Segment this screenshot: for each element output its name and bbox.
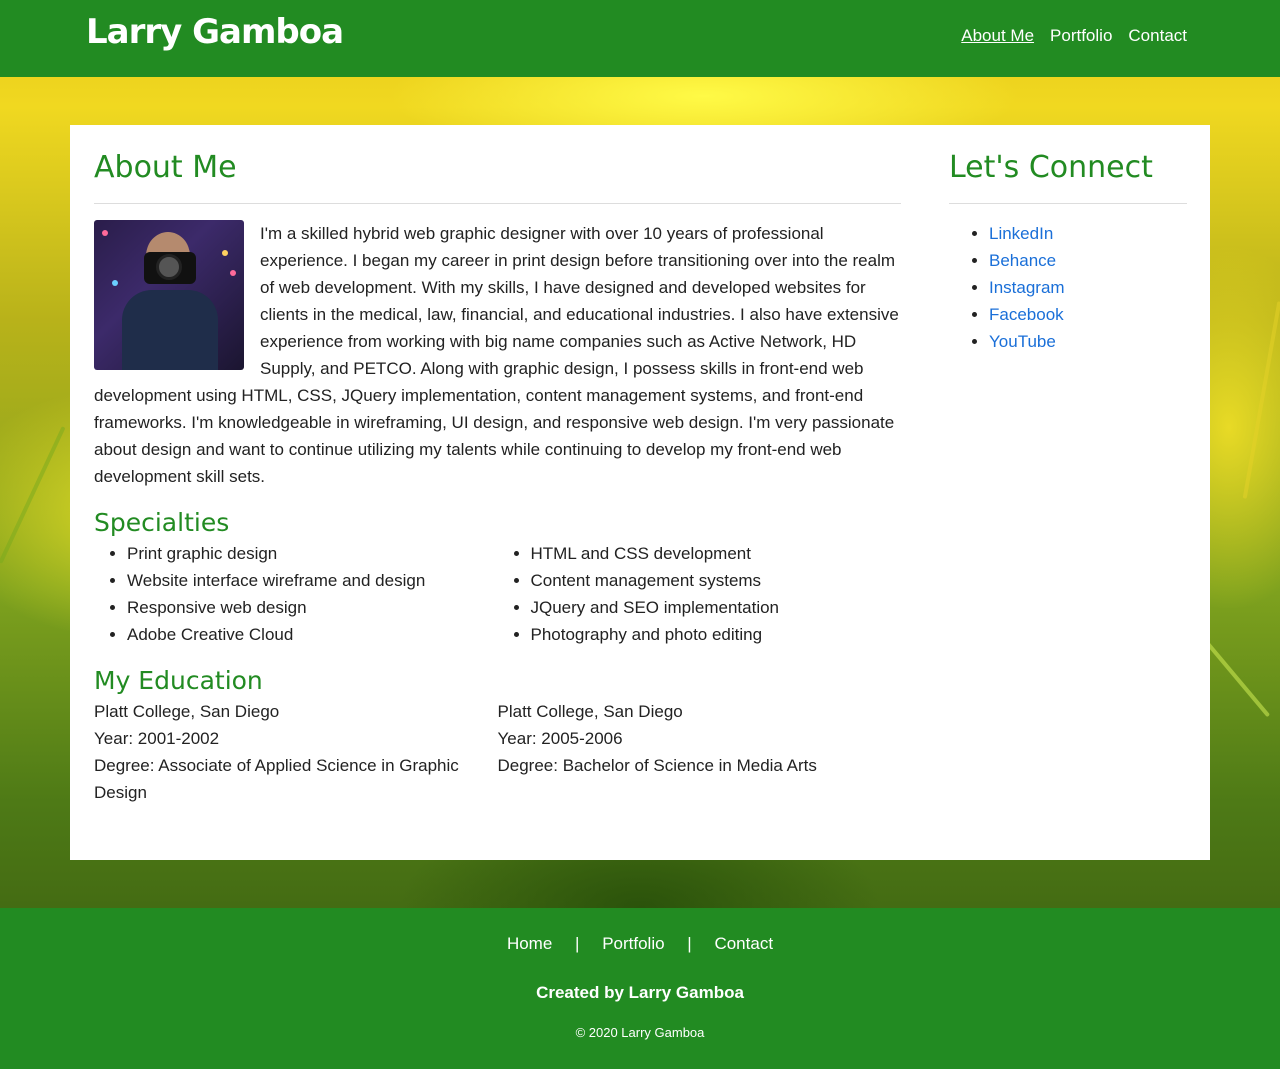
education-entry: Platt College, San Diego Year: 2005-2006… <box>498 698 902 806</box>
youtube-link[interactable]: YouTube <box>989 332 1056 351</box>
list-item: Behance <box>989 247 1187 274</box>
footer-separator: | <box>575 934 580 953</box>
footer-portfolio-link[interactable]: Portfolio <box>602 934 664 953</box>
list-item: Facebook <box>989 301 1187 328</box>
social-links: LinkedIn Behance Instagram Facebook YouT… <box>949 220 1187 355</box>
specialties-list: Print graphic design Website interface w… <box>94 540 901 648</box>
education-school: Platt College, San Diego <box>497 702 683 721</box>
connect-title: Let's Connect <box>949 149 1187 204</box>
specialties-title: Specialties <box>94 508 230 537</box>
specialties-right: HTML and CSS development Content managem… <box>498 540 902 648</box>
education-entry: Platt College, San Diego Year: 2001-2002… <box>94 698 498 806</box>
nav-portfolio-link[interactable]: Portfolio <box>1050 26 1112 46</box>
nav-contact-link[interactable]: Contact <box>1128 26 1187 46</box>
nav-about-me-link[interactable]: About Me <box>961 26 1034 46</box>
education-year: Year: 2005-2006 <box>497 729 623 748</box>
list-item: Content management systems <box>531 567 902 594</box>
education-degree: Degree: Associate of Applied Science in … <box>94 756 459 802</box>
footer-contact-link[interactable]: Contact <box>714 934 773 953</box>
facebook-link[interactable]: Facebook <box>989 305 1064 324</box>
education-school: Platt College, San Diego <box>94 702 280 721</box>
footer-home-link[interactable]: Home <box>507 934 552 953</box>
list-item: Responsive web design <box>127 594 498 621</box>
main-nav: About Me Portfolio Contact <box>961 26 1187 46</box>
behance-link[interactable]: Behance <box>989 251 1056 270</box>
instagram-link[interactable]: Instagram <box>989 278 1065 297</box>
education-list: Platt College, San Diego Year: 2001-2002… <box>94 698 901 806</box>
list-item: JQuery and SEO implementation <box>531 594 902 621</box>
linkedin-link[interactable]: LinkedIn <box>989 224 1053 243</box>
site-brand[interactable]: Larry Gamboa <box>86 12 344 52</box>
about-block: I'm a skilled hybrid web graphic designe… <box>94 220 901 490</box>
grass-blade <box>0 426 66 564</box>
education-degree: Degree: Bachelor of Science in Media Art… <box>497 756 817 775</box>
grass-blade <box>1242 301 1280 499</box>
sidebar: Let's Connect LinkedIn Behance Instagram… <box>949 149 1187 355</box>
list-item: Photography and photo editing <box>531 621 902 648</box>
list-item: YouTube <box>989 328 1187 355</box>
education-title: My Education <box>94 666 263 695</box>
list-item: HTML and CSS development <box>531 540 902 567</box>
about-title: About Me <box>94 149 901 204</box>
footer-nav: Home | Portfolio | Contact <box>0 934 1280 954</box>
main-column: About Me I'm a skilled hybrid web graphi… <box>94 149 901 806</box>
footer-copyright: © 2020 Larry Gamboa <box>575 1025 705 1040</box>
profile-photo <box>94 220 244 370</box>
list-item: LinkedIn <box>989 220 1187 247</box>
list-item: Website interface wireframe and design <box>127 567 498 594</box>
list-item: Adobe Creative Cloud <box>127 621 498 648</box>
footer: Home | Portfolio | Contact Created by La… <box>0 908 1280 1069</box>
list-item: Instagram <box>989 274 1187 301</box>
content-card: About Me I'm a skilled hybrid web graphi… <box>70 125 1210 860</box>
footer-created-by: Created by Larry Gamboa <box>536 983 744 1002</box>
education-year: Year: 2001-2002 <box>94 729 220 748</box>
specialties-left: Print graphic design Website interface w… <box>94 540 498 648</box>
top-header: Larry Gamboa About Me Portfolio Contact <box>0 0 1280 77</box>
list-item: Print graphic design <box>127 540 498 567</box>
footer-separator: | <box>687 934 692 953</box>
